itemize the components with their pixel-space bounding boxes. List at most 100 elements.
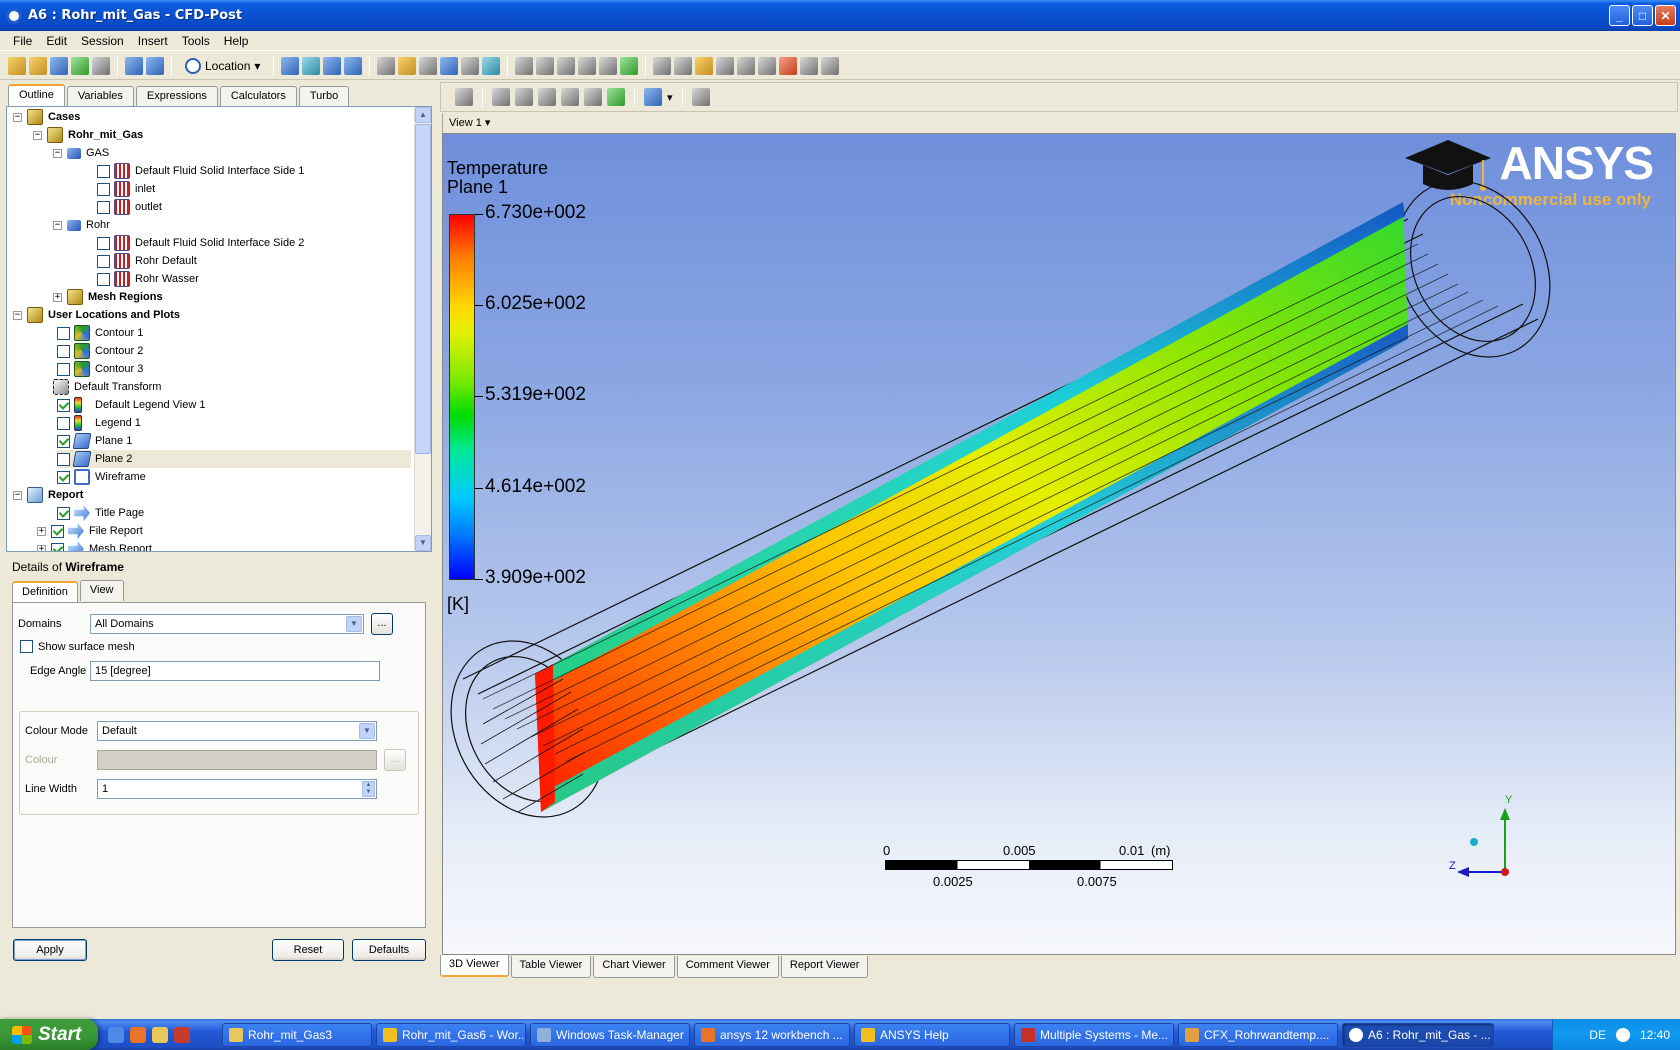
view-selector[interactable]: View 1 ▾ (442, 113, 1676, 133)
pan-icon[interactable] (515, 88, 533, 106)
spin-arrows-icon[interactable]: ▲ ▼ (362, 781, 375, 797)
chevron-down-icon[interactable]: ▾ (667, 91, 673, 104)
select-icon[interactable] (455, 88, 473, 106)
visibility-checkbox[interactable] (97, 236, 110, 250)
help-pointer-icon[interactable] (691, 88, 710, 106)
collapse-icon[interactable]: − (13, 490, 22, 500)
collapse-icon[interactable]: − (13, 310, 22, 320)
start-button[interactable]: Start (0, 1019, 98, 1050)
tree-item-legend[interactable]: Legend 1 (57, 414, 141, 432)
menu-tools[interactable]: Tools (175, 34, 217, 48)
expand-icon[interactable]: + (53, 292, 62, 302)
domains-browse-button[interactable]: ... (371, 613, 393, 635)
folder-icon[interactable] (152, 1026, 168, 1043)
tab-turbo[interactable]: Turbo (298, 86, 350, 106)
tree-item-boundary[interactable]: Rohr Default (97, 252, 197, 270)
zoom-icon[interactable] (538, 88, 556, 106)
taskbar-item[interactable]: Windows Task-Manager (530, 1022, 690, 1047)
edge-angle-input[interactable]: 15 [degree] (90, 661, 380, 681)
visibility-checkbox[interactable] (57, 362, 70, 376)
tray-icon[interactable] (1615, 1027, 1630, 1042)
chart-icon[interactable] (578, 56, 597, 75)
vector-icon[interactable] (281, 56, 300, 75)
visibility-checkbox[interactable] (97, 164, 110, 178)
taskbar-item[interactable]: ANSYS Help (854, 1022, 1010, 1047)
mesh-calculator-icon[interactable] (779, 56, 798, 75)
contour-icon[interactable] (302, 56, 321, 75)
location-dropdown[interactable]: Location ▾ (179, 57, 266, 74)
open-icon[interactable] (29, 56, 47, 75)
visibility-checkbox[interactable] (97, 200, 110, 214)
new-icon[interactable] (8, 56, 26, 75)
zoom-box-icon[interactable] (561, 88, 579, 106)
minimize-button[interactable]: _ (1609, 5, 1630, 26)
visibility-checkbox[interactable] (57, 506, 70, 520)
scroll-down-icon[interactable]: ▼ (415, 535, 431, 551)
chevron-down-icon[interactable]: ▼ (346, 616, 362, 632)
visibility-checkbox[interactable] (57, 416, 70, 430)
viewport-layout-icon[interactable] (644, 88, 662, 106)
redo-icon[interactable] (146, 56, 164, 75)
tree-scrollbar[interactable]: ▲ ▼ (414, 107, 431, 551)
tree-item-gas[interactable]: − GAS (53, 144, 109, 162)
tab-view[interactable]: View (79, 580, 124, 601)
apply-button[interactable]: Apply (13, 939, 87, 961)
taskbar-item[interactable]: ansys 12 workbench ... (694, 1022, 850, 1047)
visibility-checkbox[interactable] (97, 272, 110, 286)
tree-item-case[interactable]: − Rohr_mit_Gas (33, 126, 143, 144)
menu-help[interactable]: Help (217, 34, 256, 48)
taskbar-item[interactable]: Rohr_mit_Gas6 - Wor... (376, 1022, 526, 1047)
scrollbar-thumb[interactable] (415, 124, 431, 454)
tree-item-rohr[interactable]: − Rohr (53, 216, 110, 234)
tree-item-file-report[interactable]: + File Report (37, 522, 143, 540)
tree-item-title-page[interactable]: Title Page (57, 504, 144, 522)
figure-icon[interactable] (620, 56, 639, 75)
collapse-icon[interactable]: − (13, 112, 22, 122)
line-width-stepper[interactable]: 1 ▲ ▼ (97, 779, 377, 799)
tree-item-cases[interactable]: − Cases (13, 108, 80, 126)
colour-mode-select[interactable]: Default ▼ (97, 721, 377, 741)
zoom-fit-icon[interactable] (584, 88, 602, 106)
taskbar-item[interactable]: Multiple Systems - Me... (1014, 1022, 1174, 1047)
legend-icon[interactable] (419, 56, 438, 75)
menu-session[interactable]: Session (74, 34, 131, 48)
scroll-up-icon[interactable]: ▲ (415, 107, 431, 123)
table-icon[interactable] (557, 56, 576, 75)
comment-icon[interactable] (599, 56, 618, 75)
taskbar-item-active[interactable]: A6 : Rohr_mit_Gas - ... (1342, 1022, 1494, 1047)
tree-item-contour[interactable]: Contour 2 (57, 342, 143, 360)
variable-icon[interactable] (515, 56, 534, 75)
visibility-checkbox[interactable] (57, 344, 70, 358)
show-surface-mesh-checkbox[interactable] (20, 640, 33, 653)
macro-calculator-icon[interactable] (758, 56, 777, 75)
rotate-icon[interactable] (492, 88, 510, 106)
tab-outline[interactable]: Outline (8, 84, 65, 107)
tab-chart-viewer[interactable]: Chart Viewer (593, 956, 675, 978)
menu-file[interactable]: File (6, 34, 39, 48)
language-indicator[interactable]: DE (1589, 1028, 1606, 1042)
refresh-icon[interactable] (71, 56, 89, 75)
collapse-icon[interactable]: − (53, 148, 62, 158)
tab-comment-viewer[interactable]: Comment Viewer (676, 956, 779, 978)
3d-canvas[interactable]: Temperature Plane 1 6.730e+002 6.025e+00… (442, 133, 1676, 955)
tree-item-mesh-report[interactable]: + Mesh Report (37, 540, 152, 551)
visibility-checkbox[interactable] (51, 524, 64, 538)
collapse-icon[interactable]: − (53, 220, 62, 230)
expand-icon[interactable]: + (37, 526, 46, 536)
collapse-icon[interactable]: − (33, 130, 42, 140)
tree-item-plane[interactable]: Plane 1 (57, 432, 132, 450)
visibility-checkbox[interactable] (51, 542, 64, 551)
tree-item-boundary[interactable]: Default Fluid Solid Interface Side 1 (97, 162, 304, 180)
tab-report-viewer[interactable]: Report Viewer (780, 956, 869, 978)
tree-item-wireframe[interactable]: Wireframe (57, 468, 146, 486)
tree-item-report[interactable]: − Report (13, 486, 83, 504)
taskbar-item[interactable]: Rohr_mit_Gas3 (222, 1022, 372, 1047)
maximize-button[interactable]: □ (1632, 5, 1653, 26)
probe-icon[interactable] (716, 56, 735, 75)
tree-item-user-locations[interactable]: − User Locations and Plots (13, 306, 180, 324)
visibility-checkbox[interactable] (57, 470, 70, 484)
close-button[interactable]: ✕ (1655, 5, 1676, 26)
animation-icon[interactable] (674, 56, 693, 75)
fit-view-icon[interactable] (607, 88, 625, 106)
save-icon[interactable] (50, 56, 68, 75)
